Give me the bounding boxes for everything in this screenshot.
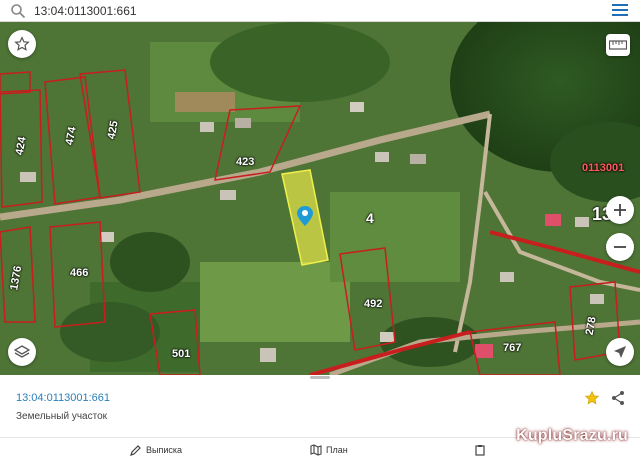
parcel-label: 423 [236,156,255,168]
map-icon [310,444,322,456]
clipboard-icon [475,445,485,456]
object-type: Земельный участок [16,411,108,422]
parcel-label: 492 [364,298,383,310]
quarter-label: 0113001 [582,162,625,174]
layers-button[interactable] [8,338,36,366]
locate-button[interactable] [606,338,634,366]
search-icon [11,4,26,19]
parcel-label: 767 [503,342,522,354]
panel-drag-handle[interactable] [310,376,330,379]
map-view[interactable]: 424 474 425 423 4 1376 466 492 501 767 2… [0,22,640,375]
nav-third[interactable] [474,444,490,456]
search-query[interactable]: 13:04:0113001:661 [34,3,137,19]
favorite-map-button[interactable] [8,30,36,58]
zoom-in-button[interactable] [606,196,634,224]
nav-plan[interactable]: План [310,444,348,456]
parcel-label: 466 [70,267,89,279]
zoom-in-icon [614,204,626,216]
nav-extract[interactable]: Выписка [130,444,182,456]
star-icon[interactable] [584,390,600,406]
zoom-out-icon [614,246,626,248]
share-icon[interactable] [610,390,626,406]
nav-extract-label: Выписка [146,445,183,455]
pen-icon [130,445,141,456]
zoom-out-button[interactable] [606,233,634,261]
search-bar[interactable]: 13:04:0113001:661 [0,0,640,22]
satellite-imagery [0,22,640,375]
parcel-label: 4 [366,210,374,226]
star-icon [14,36,30,51]
layers-icon [14,345,30,358]
locate-icon [614,346,626,358]
nav-plan-label: План [326,445,348,455]
cadastral-number[interactable]: 13:04:0113001:661 [16,392,110,404]
ruler-icon [609,40,627,50]
parcel-label: 501 [172,348,191,360]
ruler-button[interactable] [606,34,630,56]
watermark: KupluSrazu.ru [516,427,628,444]
menu-icon[interactable] [612,3,628,17]
